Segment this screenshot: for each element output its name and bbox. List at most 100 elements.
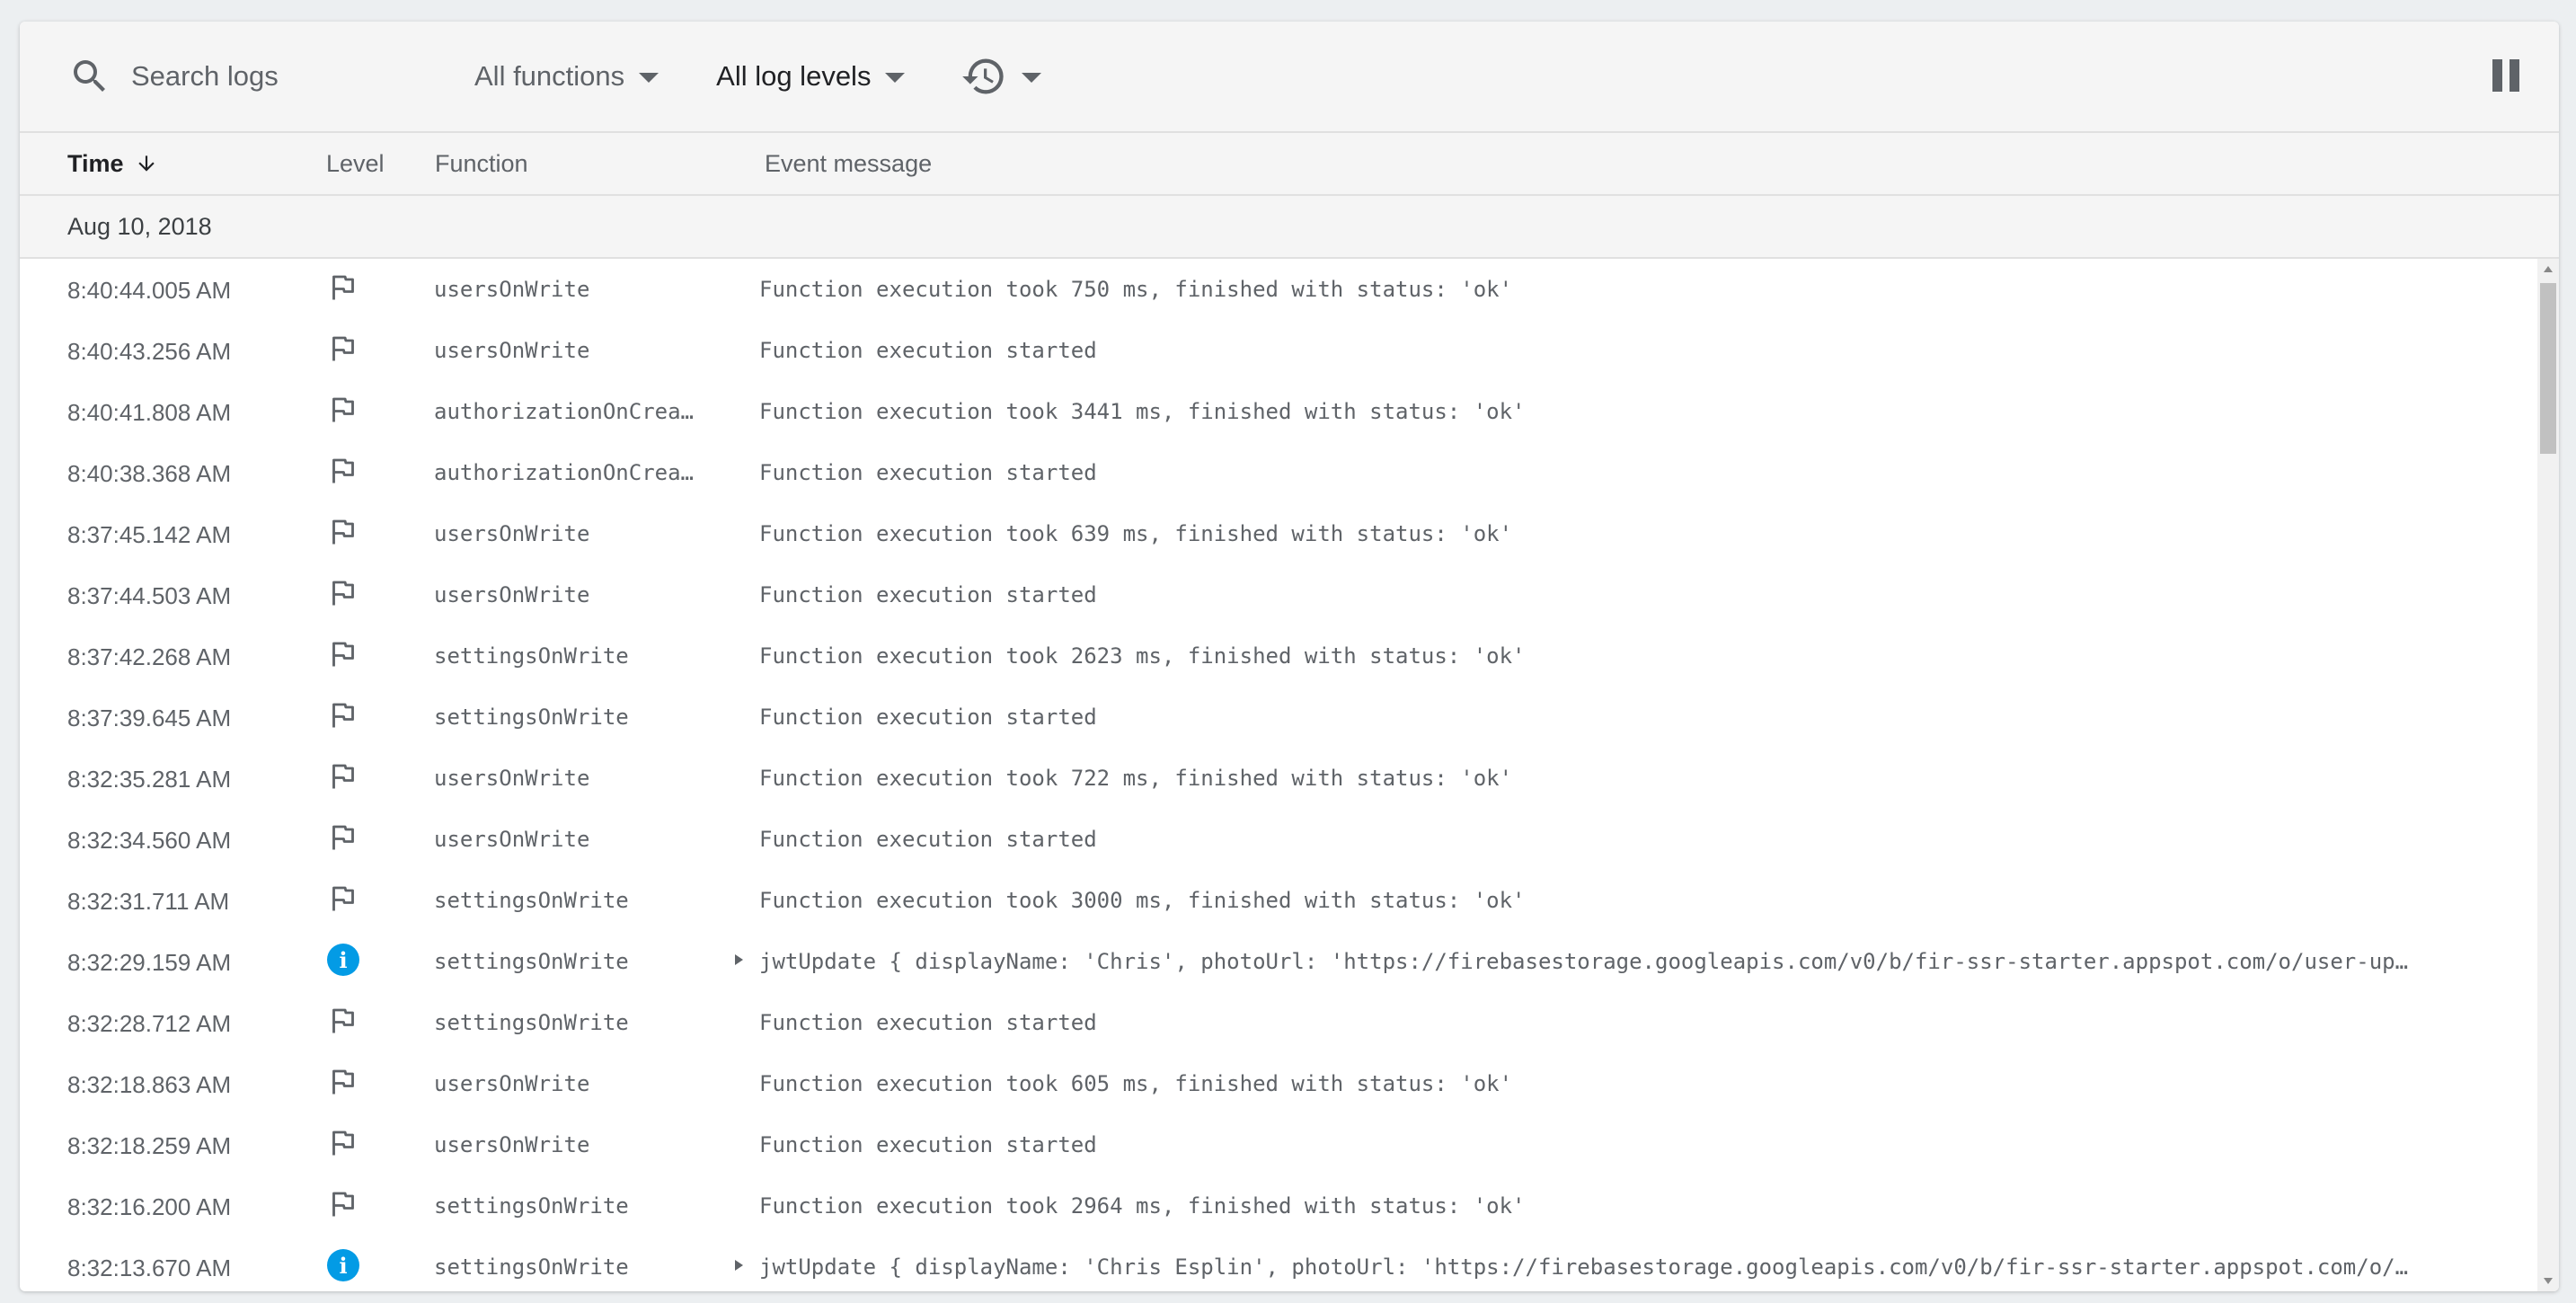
log-message: Function execution took 750 ms, finished… [759,277,1513,302]
log-message: jwtUpdate { displayName: 'Chris Esplin',… [759,1254,2409,1280]
log-function: authorizationOnCrea… [434,460,694,485]
log-row[interactable]: 8:32:18.863 AM usersOnWrite Function execu… [20,1053,2559,1114]
log-time: 8:32:18.259 AM [67,1132,232,1159]
flag-icon [327,394,359,426]
log-time: 8:32:35.281 AM [67,766,232,793]
log-time: 8:37:45.142 AM [67,521,232,548]
scrollbar[interactable] [2537,259,2559,1291]
history-dropdown[interactable] [960,53,1042,100]
log-message: Function execution took 2964 ms, finishe… [759,1193,1526,1219]
log-function: usersOnWrite [434,1132,590,1157]
log-function: settingsOnWrite [434,1193,629,1219]
pause-icon-bar [2510,59,2519,92]
functions-filter-dropdown[interactable]: All functions [474,60,659,93]
log-time: 8:37:39.645 AM [67,705,232,731]
flag-icon [327,760,359,793]
log-row[interactable]: 8:32:13.670 AM i settingsOnWrite jwtUpdate … [20,1237,2559,1291]
log-row[interactable]: 8:40:43.256 AM usersOnWrite Function execu… [20,320,2559,381]
log-function: usersOnWrite [434,521,590,546]
log-row[interactable]: 8:40:44.005 AM usersOnWrite Function execu… [20,259,2559,320]
scrollbar-thumb[interactable] [2540,283,2556,454]
info-icon: i [327,944,359,976]
pause-icon [2492,59,2502,92]
flag-icon [327,332,359,365]
log-message: Function execution took 3441 ms, finishe… [759,399,1526,424]
logs-panel: All functions All log levels Time Level … [20,22,2559,1291]
scroll-up-icon[interactable] [2544,266,2553,272]
flag-icon [327,1066,359,1098]
log-time: 8:40:44.005 AM [67,277,232,304]
log-row[interactable]: 8:32:16.200 AM settingsOnWrite Function ex… [20,1175,2559,1237]
log-function: usersOnWrite [434,1071,590,1096]
log-time: 8:37:42.268 AM [67,643,232,670]
chevron-down-icon [885,73,906,83]
log-row[interactable]: 8:37:42.268 AM settingsOnWrite Function ex… [20,625,2559,687]
log-message: Function execution started [759,460,1097,485]
log-function: usersOnWrite [434,582,590,607]
log-function: settingsOnWrite [434,705,629,730]
flag-icon [327,577,359,609]
arrow-down-icon [137,155,155,172]
log-function: settingsOnWrite [434,1254,629,1280]
flag-icon [327,1188,359,1220]
toolbar: All functions All log levels [20,22,2559,133]
log-message: Function execution started [759,1132,1097,1157]
log-row[interactable]: 8:32:31.711 AM settingsOnWrite Function ex… [20,870,2559,931]
log-message: Function execution started [759,338,1097,363]
log-message: jwtUpdate { displayName: 'Chris', photoU… [759,949,2409,974]
log-time: 8:37:44.503 AM [67,582,232,609]
log-function: usersOnWrite [434,277,590,302]
log-time: 8:32:31.711 AM [67,888,230,915]
info-icon: i [327,1249,359,1281]
flag-icon [327,516,359,548]
search-icon[interactable] [68,55,111,98]
log-function: settingsOnWrite [434,888,629,913]
log-function: usersOnWrite [434,827,590,852]
time-column-label: Time [67,149,124,177]
flag-icon [327,699,359,731]
log-function: authorizationOnCrea… [434,399,694,424]
log-levels-filter-label: All log levels [716,60,872,92]
flag-icon [327,271,359,304]
log-time: 8:32:29.159 AM [67,949,232,976]
time-column-header[interactable]: Time [67,150,158,178]
flag-icon [327,821,359,854]
log-message: Function execution started [759,827,1097,852]
pause-button[interactable] [2492,59,2525,93]
log-row[interactable]: 8:32:18.259 AM usersOnWrite Function execu… [20,1114,2559,1175]
log-function: usersOnWrite [434,766,590,791]
log-message: Function execution took 2623 ms, finishe… [759,643,1526,669]
log-function: usersOnWrite [434,338,590,363]
log-message: Function execution took 639 ms, finished… [759,521,1513,546]
log-row[interactable]: 8:32:34.560 AM usersOnWrite Function execu… [20,809,2559,870]
log-time: 8:32:13.670 AM [67,1254,232,1281]
log-message: Function execution took 605 ms, finished… [759,1071,1513,1096]
log-time: 8:32:18.863 AM [67,1071,232,1098]
log-row[interactable]: 8:37:39.645 AM settingsOnWrite Function ex… [20,687,2559,748]
log-row[interactable]: 8:32:29.159 AM i settingsOnWrite jwtUpdate … [20,931,2559,992]
log-time: 8:32:16.200 AM [67,1193,232,1220]
chevron-down-icon [1022,73,1042,83]
level-column-header: Level [326,149,385,177]
history-icon [962,58,1005,94]
chevron-down-icon [639,73,659,83]
log-row[interactable]: 8:37:44.503 AM usersOnWrite Function execu… [20,564,2559,625]
log-message: Function execution started [759,705,1097,730]
expand-arrow-icon[interactable] [735,1260,743,1271]
log-row[interactable]: 8:40:41.808 AM authorizationOnCrea… Functi… [20,381,2559,442]
flag-icon [327,638,359,670]
date-group-label: Aug 10, 2018 [67,212,212,240]
log-message: Function execution took 722 ms, finished… [759,766,1513,791]
search-input[interactable] [129,59,403,93]
log-time: 8:32:34.560 AM [67,827,232,854]
expand-arrow-icon[interactable] [735,954,743,965]
scroll-down-icon[interactable] [2544,1278,2553,1284]
log-list[interactable]: 8:40:44.005 AM usersOnWrite Function execu… [20,259,2559,1291]
log-row[interactable]: 8:32:35.281 AM usersOnWrite Function execu… [20,748,2559,809]
log-levels-filter-dropdown[interactable]: All log levels [716,60,906,93]
log-function: settingsOnWrite [434,1010,629,1035]
log-row[interactable]: 8:37:45.142 AM usersOnWrite Function execu… [20,503,2559,564]
search-box[interactable] [68,55,437,98]
log-row[interactable]: 8:32:28.712 AM settingsOnWrite Function ex… [20,992,2559,1053]
log-row[interactable]: 8:40:38.368 AM authorizationOnCrea… Functi… [20,442,2559,503]
